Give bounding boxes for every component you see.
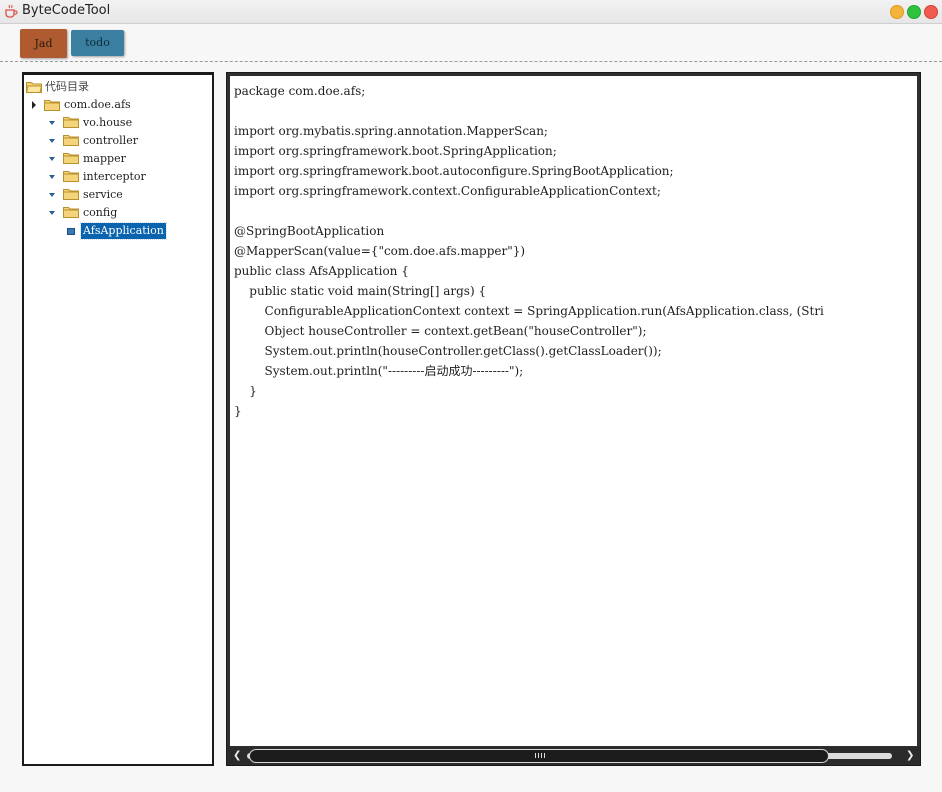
tab-jad[interactable]: Jad (20, 29, 67, 58)
horizontal-scrollbar[interactable]: ❮ ❯ (227, 747, 920, 765)
tree-item-folder[interactable]: service (24, 187, 210, 203)
tree-item-label: com.doe.afs (64, 98, 131, 111)
chevron-down-icon[interactable] (49, 121, 55, 125)
code-line: @MapperScan(value={"com.doe.afs.mapper"}… (234, 244, 526, 258)
code-line: import org.springframework.context.Confi… (234, 184, 661, 198)
code-line: import org.mybatis.spring.annotation.Map… (234, 124, 548, 138)
tree-item-package[interactable]: com.doe.afs (24, 97, 210, 113)
tab-todo[interactable]: todo (71, 30, 124, 56)
tree-item-folder[interactable]: vo.house (24, 115, 210, 131)
code-line: @SpringBootApplication (234, 224, 385, 238)
tree-root-label: 代码目录 (45, 80, 89, 93)
code-directory-tree[interactable]: 代码目录 com.doe.afs vo.house controller map… (22, 72, 214, 766)
tree-item-folder[interactable]: interceptor (24, 169, 210, 185)
code-view-panel: package com.doe.afs; import org.mybatis.… (226, 72, 921, 766)
code-line: Object houseController = context.getBean… (234, 324, 647, 338)
code-editor[interactable]: package com.doe.afs; import org.mybatis.… (230, 76, 917, 746)
tree-item-label: controller (83, 134, 138, 147)
folder-icon (63, 117, 79, 128)
tree-item-label: service (83, 188, 123, 201)
folder-icon (63, 189, 79, 200)
folder-icon (63, 207, 79, 218)
code-line: ConfigurableApplicationContext context =… (234, 304, 824, 318)
tree-item-label: AfsApplication (80, 222, 167, 240)
minimize-button[interactable] (890, 5, 904, 19)
folder-open-icon (26, 82, 42, 93)
chevron-down-icon[interactable] (49, 211, 55, 215)
code-line: System.out.println("---------启动成功-------… (234, 364, 524, 378)
tab-divider (0, 61, 942, 62)
chevron-down-icon[interactable] (49, 193, 55, 197)
tree-item-label: interceptor (83, 170, 146, 183)
tab-bar: Jad todo (0, 24, 942, 61)
tree-item-label: vo.house (83, 116, 133, 129)
tree-item-folder[interactable]: config (24, 205, 210, 221)
tree-root[interactable]: 代码目录 (24, 79, 210, 95)
code-line: } (234, 384, 257, 398)
scrollbar-thumb[interactable] (249, 749, 829, 763)
title-bar: ByteCodeTool (0, 0, 942, 24)
class-file-icon (67, 228, 75, 235)
chevron-down-icon[interactable] (49, 139, 55, 143)
folder-icon (44, 100, 60, 111)
code-line: public class AfsApplication { (234, 264, 409, 278)
code-line: public static void main(String[] args) { (234, 284, 487, 298)
scroll-right-icon[interactable]: ❯ (906, 751, 914, 761)
code-line: package com.doe.afs; (234, 84, 366, 98)
folder-icon (63, 135, 79, 146)
code-line: System.out.println(houseController.getCl… (234, 344, 662, 358)
scroll-left-icon[interactable]: ❮ (233, 751, 241, 761)
folder-icon (63, 153, 79, 164)
code-line: import org.springframework.boot.autoconf… (234, 164, 674, 178)
window-title: ByteCodeTool (22, 3, 111, 18)
chevron-right-icon[interactable] (32, 101, 36, 109)
maximize-button[interactable] (907, 5, 921, 19)
tree-item-file-selected[interactable]: AfsApplication (24, 222, 210, 240)
chevron-down-icon[interactable] (49, 175, 55, 179)
folder-icon (63, 171, 79, 182)
grip-icon (535, 753, 547, 758)
tree-item-label: mapper (83, 152, 126, 165)
tree-item-label: config (83, 206, 118, 219)
tree-item-folder[interactable]: controller (24, 133, 210, 149)
chevron-down-icon[interactable] (49, 157, 55, 161)
code-line: import org.springframework.boot.SpringAp… (234, 144, 557, 158)
java-coffee-icon (5, 4, 18, 18)
close-button[interactable] (924, 5, 938, 19)
code-line: } (234, 404, 242, 418)
tree-item-folder[interactable]: mapper (24, 151, 210, 167)
